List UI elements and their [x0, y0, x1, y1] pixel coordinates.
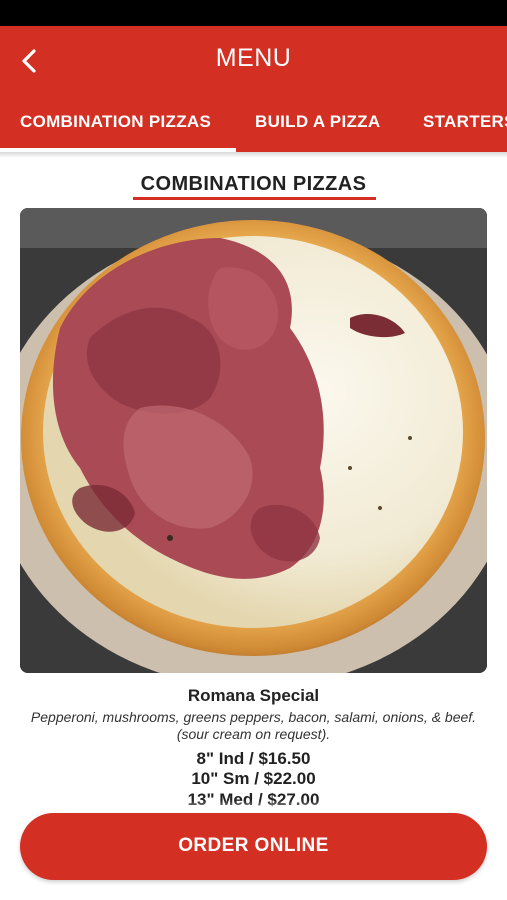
- header-shadow: [0, 152, 507, 158]
- section-underline: [133, 197, 376, 200]
- tab-starters[interactable]: STARTERS: [423, 112, 507, 132]
- order-online-button[interactable]: ORDER ONLINE: [20, 813, 487, 880]
- status-bar: [0, 0, 507, 26]
- app-header: MENU COMBINATION PIZZAS BUILD A PIZZA ST…: [0, 26, 507, 152]
- section-title: COMBINATION PIZZAS: [140, 173, 367, 195]
- tab-build-a-pizza[interactable]: BUILD A PIZZA: [255, 112, 380, 132]
- pizza-photo: [20, 208, 487, 673]
- item-name: Romana Special: [187, 686, 320, 705]
- price-individual: 8" Ind / $16.50: [196, 749, 311, 768]
- item-description: Pepperoni, mushrooms, greens peppers, ba…: [30, 709, 477, 742]
- page-title: MENU: [215, 44, 292, 72]
- category-tabs: COMBINATION PIZZAS BUILD A PIZZA STARTER…: [0, 106, 507, 152]
- tab-combination-pizzas[interactable]: COMBINATION PIZZAS: [20, 112, 211, 132]
- price-small: 10" Sm / $22.00: [191, 769, 316, 788]
- order-online-label: ORDER ONLINE: [178, 835, 329, 856]
